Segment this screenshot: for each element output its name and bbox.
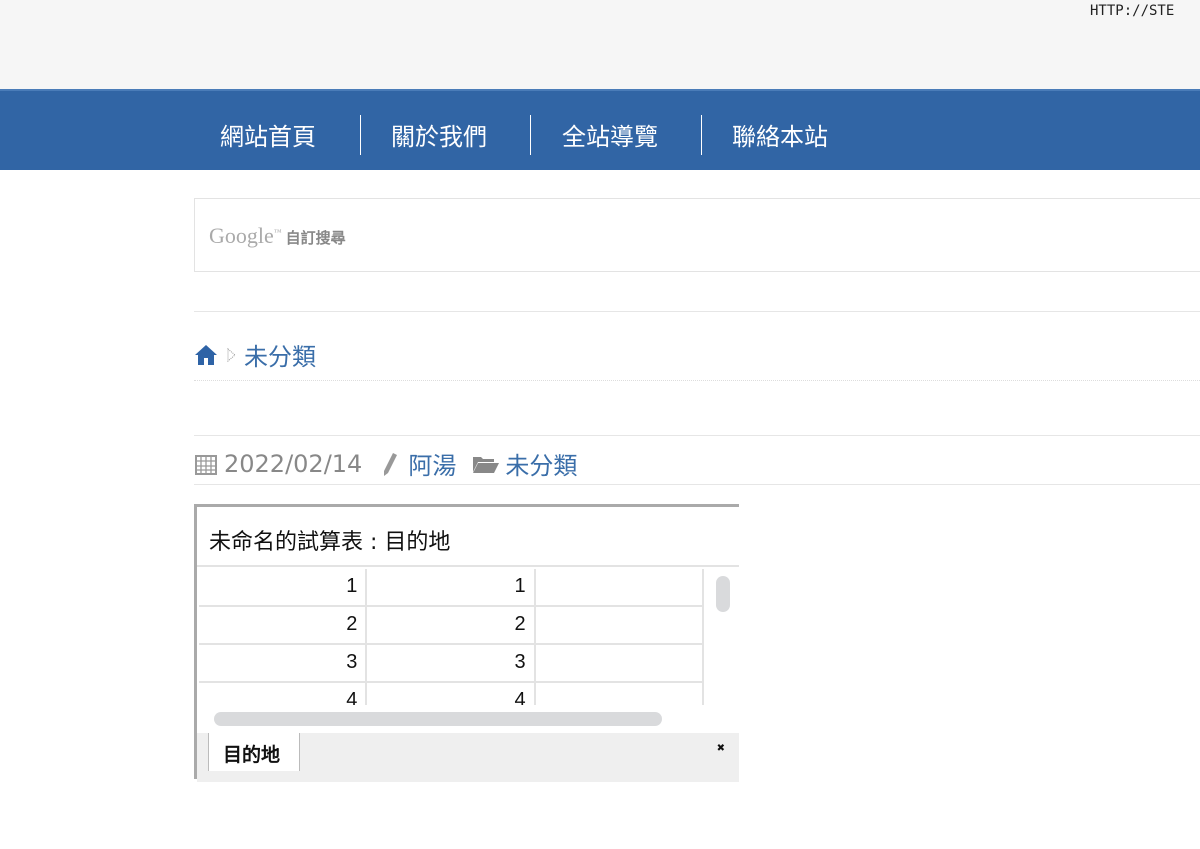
horizontal-scrollbar[interactable] bbox=[214, 712, 662, 726]
sheet-tab[interactable]: 目的地 bbox=[208, 733, 300, 771]
divider bbox=[194, 484, 1200, 485]
site-url: HTTP://STE bbox=[1090, 3, 1175, 19]
cell[interactable]: 3 bbox=[199, 645, 368, 681]
post-category-link[interactable]: 未分類 bbox=[505, 446, 577, 481]
cell[interactable]: 2 bbox=[367, 607, 536, 643]
cell[interactable]: 3 bbox=[367, 645, 536, 681]
home-icon[interactable] bbox=[194, 344, 218, 366]
nav-divider bbox=[360, 115, 361, 155]
nav-home[interactable]: 網站首頁 bbox=[220, 117, 316, 152]
post-date: 2022/02/14 bbox=[224, 449, 363, 478]
folder-open-icon bbox=[473, 456, 500, 473]
nav-contact[interactable]: 聯絡本站 bbox=[732, 117, 828, 152]
divider bbox=[194, 311, 1200, 312]
cell[interactable]: 2 bbox=[199, 607, 368, 643]
nav-divider bbox=[530, 115, 531, 155]
pencil-icon bbox=[384, 452, 398, 476]
nav-sitemap[interactable]: 全站導覽 bbox=[562, 117, 658, 152]
calendar-icon bbox=[195, 454, 217, 475]
breadcrumb: 未分類 bbox=[194, 337, 316, 372]
search-placeholder: Google™ 自訂搜尋 bbox=[209, 223, 346, 248]
vertical-scrollbar[interactable] bbox=[716, 576, 730, 612]
cell[interactable]: 4 bbox=[367, 683, 536, 705]
nav-divider bbox=[701, 115, 702, 155]
spreadsheet-grid: 11 22 33 44 bbox=[199, 569, 704, 705]
cell[interactable]: 1 bbox=[199, 569, 368, 605]
divider bbox=[194, 380, 1200, 381]
post-author-link[interactable]: 阿湯 bbox=[408, 446, 456, 481]
post-meta: 2022/02/14 阿湯 未分類 bbox=[194, 446, 577, 481]
cell[interactable] bbox=[536, 569, 704, 605]
expand-icon[interactable]: ✖ bbox=[717, 743, 725, 754]
google-search-input[interactable]: Google™ 自訂搜尋 bbox=[194, 198, 1200, 272]
site-header: HTTP://STE bbox=[0, 0, 1200, 89]
cell[interactable] bbox=[536, 607, 704, 643]
table-row: 44 bbox=[199, 683, 704, 705]
breadcrumb-category-link[interactable]: 未分類 bbox=[244, 337, 316, 372]
cell[interactable] bbox=[536, 683, 704, 705]
main-nav: 網站首頁 關於我們 全站導覽 聯絡本站 bbox=[0, 89, 1200, 170]
spreadsheet-title: 未命名的試算表 : 目的地 bbox=[197, 507, 739, 567]
cell[interactable]: 1 bbox=[367, 569, 536, 605]
chevron-right-icon bbox=[227, 347, 236, 362]
cell[interactable]: 4 bbox=[199, 683, 368, 705]
table-row: 11 bbox=[199, 569, 704, 607]
table-row: 22 bbox=[199, 607, 704, 645]
nav-about[interactable]: 關於我們 bbox=[391, 117, 487, 152]
cell[interactable] bbox=[536, 645, 704, 681]
sheet-tab-bar: 目的地 ✖ bbox=[197, 733, 739, 782]
embedded-spreadsheet: 未命名的試算表 : 目的地 11 22 33 44 目的地 ✖ bbox=[194, 504, 739, 782]
divider bbox=[194, 435, 1200, 436]
table-row: 33 bbox=[199, 645, 704, 683]
